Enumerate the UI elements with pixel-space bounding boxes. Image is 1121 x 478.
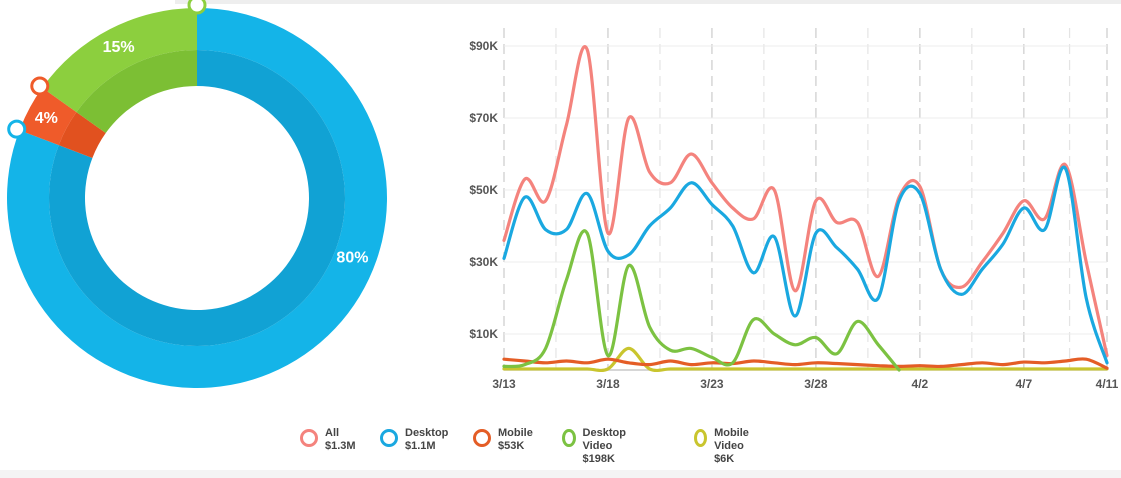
x-tick-label: 4/7 [1015,377,1032,391]
slice-15-label: 15% [103,39,135,56]
x-tick-label: 3/23 [700,377,724,391]
series-line-mobile [502,357,1109,370]
x-tick-label: 3/18 [596,377,620,391]
legend-text: Desktop $1.1M [405,427,448,453]
x-tick-label: 3/28 [804,377,828,391]
legend-text: Mobile $53K [498,427,533,453]
slice-15-marker [187,0,207,15]
legend-series-name: Mobile [498,427,533,439]
legend-series-total: $53K [498,440,525,452]
x-tick-label: 4/11 [1096,377,1119,391]
legend-series-name: Desktop Video [582,427,626,452]
legend-swatch-icon [473,429,491,447]
legend-item-mobile[interactable]: Mobile $53K [473,427,533,453]
legend-series-name: Desktop [405,427,449,439]
legend-text: All $1.3M [325,427,356,453]
legend-series-total: $1.1M [405,440,436,452]
legend-series-name: Mobile Video [714,427,749,452]
legend-text: Desktop Video $198K [583,427,631,466]
slice-80-label: 80% [336,249,368,266]
legend-item-desktop[interactable]: Desktop $1.1M [380,427,448,453]
line-chart: $10K $30K $50K $70K $90K 3/13 3/18 3/23 3/28 4/2… [469,28,1119,391]
series-line-all [502,45,1109,358]
x-tick-label: 3/13 [492,377,516,391]
legend-series-name: All [325,427,340,439]
series-line-mobile-video [502,346,1109,373]
y-tick-label: $70K [469,111,498,125]
legend-item-all[interactable]: All $1.3M [300,427,356,453]
legend-swatch-icon [300,429,318,447]
legend-swatch-icon [380,429,398,447]
legend-series-total: $198K [582,453,615,465]
y-tick-label: $90K [469,39,498,53]
legend-series-total: $6K [714,453,735,465]
y-tick-label: $50K [469,183,498,197]
bottom-band [0,470,1121,478]
legend-swatch-icon [694,429,708,447]
slice-4-label: 4% [35,110,58,127]
legend-item-desktop-video[interactable]: Desktop Video $198K [562,427,630,466]
y-tick-label: $30K [469,255,498,269]
legend-text: Mobile Video $6K [714,427,754,466]
slice-80-marker [7,119,27,139]
slice-4-marker [30,76,50,96]
x-tick-label: 4/2 [912,377,929,391]
legend-item-mobile-video[interactable]: Mobile Video $6K [694,427,754,466]
legend-swatch-icon [562,429,576,447]
y-tick-label: $10K [469,327,498,341]
donut-chart: 80% 4% 15% [7,0,387,388]
legend-series-total: $1.3M [325,440,356,452]
